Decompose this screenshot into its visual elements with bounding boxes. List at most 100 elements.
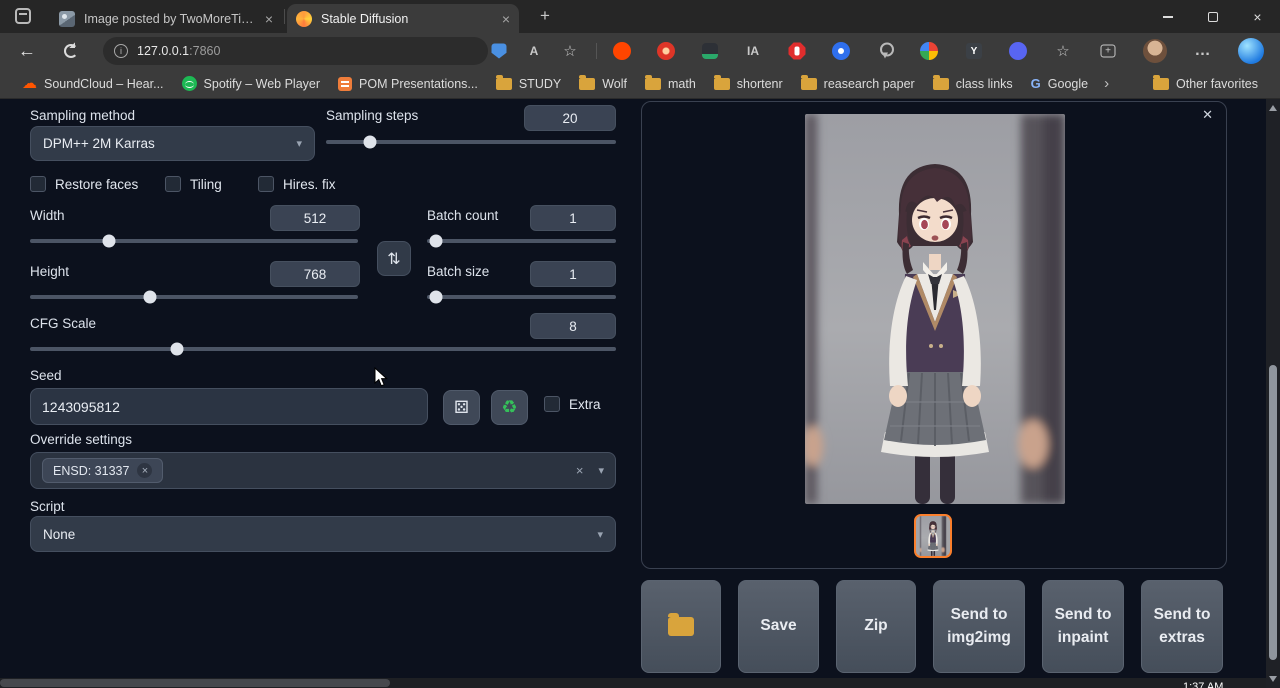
batch-size-slider[interactable] (427, 295, 616, 299)
location-pin-icon[interactable] (879, 43, 891, 60)
reuse-seed-button[interactable]: ♻ (491, 390, 528, 425)
height-input[interactable] (270, 261, 360, 287)
favorites-overflow-icon[interactable]: › (1097, 75, 1116, 92)
send-to-extras-button[interactable]: Send to extras (1141, 580, 1223, 673)
chevron-down-icon: ▾ (296, 137, 302, 150)
reddit-extension-icon[interactable] (613, 42, 631, 60)
extra-checkbox[interactable] (544, 396, 560, 412)
cfg-scale-input[interactable] (530, 313, 616, 339)
favorite-folder-classlinks[interactable]: class links (924, 72, 1022, 96)
vertical-scrollbar-thumb[interactable] (1269, 365, 1277, 660)
tiling-checkbox[interactable] (165, 176, 181, 192)
favorite-pom[interactable]: POM Presentations... (329, 72, 487, 96)
gallery-thumbnail-selected[interactable] (914, 514, 952, 558)
favorite-label: math (668, 77, 696, 91)
random-seed-button[interactable]: ⚄ (443, 390, 480, 425)
mouse-cursor (374, 367, 390, 389)
batch-size-input[interactable] (530, 261, 616, 287)
hires-fix-checkbox[interactable] (258, 176, 274, 192)
favorite-star-icon[interactable]: ☆ (563, 42, 576, 60)
tab-close-icon[interactable]: × (502, 12, 510, 26)
batch-count-slider[interactable] (427, 239, 616, 243)
maximize-button[interactable] (1190, 0, 1235, 33)
minimize-button[interactable] (1145, 0, 1190, 33)
favorite-spotify[interactable]: Spotify – Web Player (173, 72, 330, 96)
settings-menu-icon[interactable]: … (1195, 42, 1212, 60)
favorite-folder-study[interactable]: STUDY (487, 72, 570, 96)
copilot-icon[interactable] (1238, 38, 1264, 64)
restore-faces-checkbox[interactable] (30, 176, 46, 192)
override-token-chip[interactable]: ENSD: 31337 × (42, 458, 163, 483)
tab-actions-icon[interactable] (15, 8, 31, 24)
tab-image-posted[interactable]: Image posted by TwoMoreTimes × (50, 4, 282, 33)
new-tab-button[interactable]: + (535, 6, 555, 26)
swap-dimensions-button[interactable]: ⇅ (377, 241, 411, 276)
back-button[interactable]: ← (18, 41, 36, 62)
taskbar-clock-peek: 1:37 AM (1183, 681, 1227, 688)
window-close-button[interactable]: × (1235, 0, 1280, 33)
horizontal-scrollbar[interactable] (0, 678, 1266, 688)
remove-token-icon[interactable]: × (137, 463, 152, 478)
y-extension-icon[interactable]: Y (966, 43, 982, 59)
read-aloud-icon[interactable]: A (530, 44, 539, 58)
favorite-label: POM Presentations... (359, 77, 478, 91)
slider-knob[interactable] (143, 291, 156, 304)
width-input[interactable] (270, 205, 360, 231)
favorite-folder-math[interactable]: math (636, 72, 705, 96)
slider-knob[interactable] (102, 235, 115, 248)
tab-stable-diffusion[interactable]: Stable Diffusion × (287, 4, 519, 33)
collections-icon[interactable]: + (1101, 45, 1116, 58)
folder-icon (668, 617, 694, 636)
dark-extension-icon[interactable] (702, 43, 718, 59)
site-info-icon[interactable]: i (114, 44, 128, 58)
clear-tokens-icon[interactable]: × (576, 463, 584, 478)
horizontal-scrollbar-thumb[interactable] (0, 679, 390, 687)
favorite-folder-shortenr[interactable]: shortenr (705, 72, 792, 96)
script-dropdown[interactable]: None ▾ (30, 516, 616, 552)
folder-icon (1153, 78, 1169, 90)
batch-count-input[interactable] (530, 205, 616, 231)
favorites-hub-icon[interactable]: ☆ (1056, 42, 1069, 60)
slider-knob[interactable] (430, 235, 443, 248)
zip-button[interactable]: Zip (836, 580, 916, 673)
other-favorites[interactable]: Other favorites (1144, 72, 1267, 96)
red-extension-icon[interactable] (657, 42, 675, 60)
override-settings-box[interactable]: ENSD: 31337 × × ▾ (30, 452, 616, 489)
tab-close-icon[interactable]: × (265, 12, 273, 26)
adblock-extension-icon[interactable] (789, 43, 806, 60)
slider-knob[interactable] (170, 343, 183, 356)
blue-extension-icon[interactable] (832, 42, 850, 60)
sampling-steps-slider[interactable] (326, 140, 616, 144)
favorite-soundcloud[interactable]: ☁SoundCloud – Hear... (13, 72, 173, 96)
send-to-img2img-button[interactable]: Send to img2img (933, 580, 1025, 673)
send-to-inpaint-button[interactable]: Send to inpaint (1042, 580, 1124, 673)
scroll-down-icon[interactable] (1269, 676, 1277, 682)
favorite-folder-research[interactable]: reasearch paper (792, 72, 924, 96)
scroll-up-icon[interactable] (1269, 105, 1277, 111)
refresh-button[interactable] (64, 44, 78, 58)
height-slider[interactable] (30, 295, 358, 299)
seed-input[interactable] (30, 388, 428, 425)
indigo-extension-icon[interactable] (1009, 42, 1027, 60)
tag-extension-icon[interactable] (492, 44, 507, 59)
cfg-scale-slider[interactable] (30, 347, 616, 351)
sampling-method-dropdown[interactable]: DPM++ 2M Karras ▾ (30, 126, 315, 161)
ia-extension-icon[interactable]: IA (747, 44, 759, 58)
open-folder-button[interactable] (641, 580, 721, 673)
save-button[interactable]: Save (738, 580, 819, 673)
recycle-icon: ♻ (501, 397, 517, 418)
favorite-google[interactable]: GGoogle (1022, 72, 1097, 96)
profile-avatar[interactable] (1143, 39, 1167, 63)
generated-image[interactable] (805, 114, 1065, 504)
address-bar[interactable]: i 127.0.0.1:7860 (103, 37, 488, 65)
favorite-folder-wolf[interactable]: Wolf (570, 72, 636, 96)
slider-knob[interactable] (363, 136, 376, 149)
slider-knob[interactable] (430, 291, 443, 304)
multicolor-extension-icon[interactable] (920, 42, 938, 60)
width-slider[interactable] (30, 239, 358, 243)
gallery-close-icon[interactable]: ✕ (1202, 107, 1213, 123)
tab-title: Image posted by TwoMoreTimes (84, 12, 257, 26)
vertical-scrollbar[interactable] (1266, 99, 1280, 688)
sampling-method-label: Sampling method (30, 108, 135, 123)
sampling-steps-input[interactable] (524, 105, 616, 131)
